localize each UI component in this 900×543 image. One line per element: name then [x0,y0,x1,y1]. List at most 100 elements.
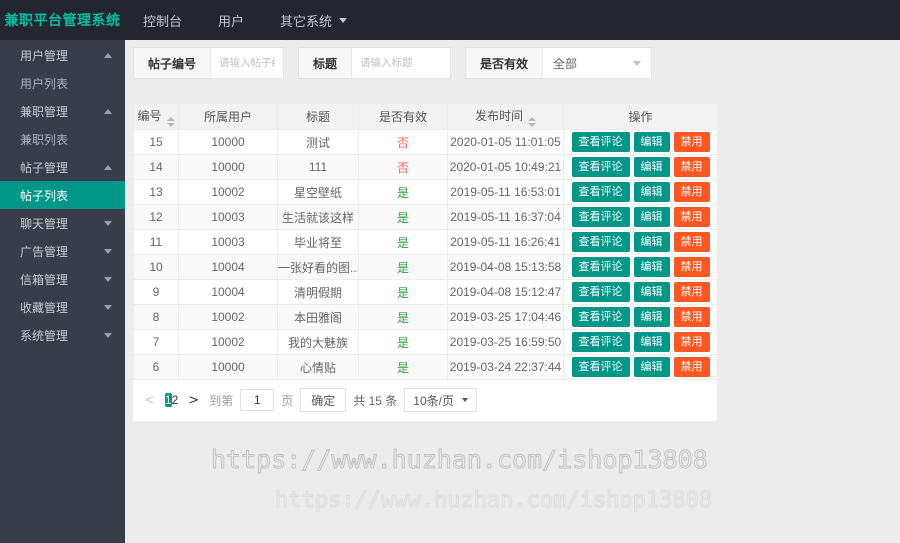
sort-asc-icon [528,116,536,121]
sort-desc-icon [528,122,536,127]
main-layout: 用户管理用户列表兼职管理 兼职列表 帖子管理 帖子列表聊天管理广告管理信箱管理收藏管理… [0,40,900,543]
post-id-input[interactable] [211,48,284,78]
edit-button[interactable]: 编辑 [633,207,670,227]
view-comments-button[interactable]: 查看评论 [571,332,630,352]
sort-desc-icon [166,122,175,127]
disable-button[interactable]: 禁用 [673,357,710,377]
disable-button[interactable]: 禁用 [673,307,710,327]
sidebar-item-label: 聊天管理 [20,216,69,231]
filter-valid-label: 是否有效 [466,48,544,78]
edit-button[interactable]: 编辑 [633,357,670,377]
view-comments-button[interactable]: 查看评论 [571,257,630,277]
edit-button[interactable]: 编辑 [633,157,670,177]
page-jump-input[interactable] [240,389,275,411]
page-number-button[interactable]: 2 [172,393,179,407]
valid-filter-select[interactable]: 全部 [543,48,651,78]
sidebar-item-parttime-list[interactable]: 兼职列表 [0,125,125,153]
watermark-text-faint: https://www.huzhan.com/ishop13808 [274,488,713,514]
table-row: 9 10004 清明假期是 2019-04-08 15:12:47 查看评论 编辑 禁用 [133,279,718,305]
app-logo[interactable]: 兼职平台管理系统 [0,10,125,30]
page-number-button[interactable]: 1 [164,393,172,407]
edit-button[interactable]: 编辑 [633,307,670,327]
disable-button[interactable]: 禁用 [673,332,710,352]
cell-valid: 否 [358,154,448,180]
next-page-button[interactable]: > [185,393,202,408]
view-comments-button[interactable]: 查看评论 [571,207,630,227]
disable-button[interactable]: 禁用 [673,282,710,302]
cell-valid: 是 [358,229,448,255]
sidebar-item-chat-mgmt[interactable]: 聊天管理 [0,209,125,237]
view-comments-button[interactable]: 查看评论 [571,357,630,377]
cell-valid: 是 [358,204,448,230]
table-header-cell: 操作 [563,103,718,130]
sidebar-item-label: 用户列表 [20,76,69,91]
cell-actions: 查看评论 编辑 禁用 [563,204,718,230]
sidebar-item-favorites-mgmt[interactable]: 收藏管理 [0,293,125,321]
nav-item-user[interactable]: 用户 [200,0,262,40]
sidebar-item-parttime-mgmt[interactable]: 兼职管理 [0,97,125,125]
cell-id: 14 [133,154,179,180]
top-header: 兼职平台管理系统 控制台 用户 其它系统 [0,0,900,40]
table-header-cell[interactable]: 发布时间 [447,103,564,130]
sidebar-item-post-mgmt[interactable]: 帖子管理 [0,153,125,181]
confirm-page-button[interactable]: 确定 [300,388,347,412]
cell-user: 10003 [178,229,278,255]
table-row: 6 10000 心情贴是 2019-03-24 22:37:44 查看评论 编辑 禁用 [133,354,718,380]
chevron-down-icon [633,60,642,66]
cell-valid: 是 [358,254,448,280]
table-row: 13 10002 星空壁纸是 2019-05-11 16:53:01 查看评论 编辑 禁用 [133,179,718,205]
sidebar-item-user-list[interactable]: 用户列表 [0,69,125,97]
edit-button[interactable]: 编辑 [633,282,670,302]
disable-button[interactable]: 禁用 [673,257,710,277]
disable-button[interactable]: 禁用 [673,157,710,177]
sidebar-item-mailbox-mgmt[interactable]: 信箱管理 [0,265,125,293]
view-comments-button[interactable]: 查看评论 [571,157,630,177]
cell-valid: 是 [358,279,448,305]
sidebar-item-post-list[interactable]: 帖子列表 [0,181,125,209]
nav-item-other-systems[interactable]: 其它系统 [262,0,365,40]
disable-button[interactable]: 禁用 [673,132,710,152]
sidebar-item-user-mgmt[interactable]: 用户管理 [0,41,125,69]
column-label: 是否有效 [378,110,427,124]
chevron-down-icon [104,304,112,310]
sidebar-item-label: 信箱管理 [20,272,69,287]
table-row: 14 10000 111 否 2020-01-05 10:49:21 查看评论 编辑 禁用 [133,154,718,180]
chevron-down-icon [104,220,112,226]
edit-button[interactable]: 编辑 [633,182,670,202]
cell-actions: 查看评论 编辑 禁用 [563,329,718,355]
sort-icon[interactable] [528,116,536,127]
view-comments-button[interactable]: 查看评论 [571,282,630,302]
filter-post-id-group: 帖子编号 [133,47,285,79]
prev-page-button[interactable]: < [141,393,158,408]
view-comments-button[interactable]: 查看评论 [571,232,630,252]
cell-title: 一张好看的图... [277,254,359,280]
disable-button[interactable]: 禁用 [673,232,710,252]
edit-button[interactable]: 编辑 [633,232,670,252]
edit-button[interactable]: 编辑 [633,257,670,277]
cell-id: 9 [133,279,179,305]
sidebar: 用户管理用户列表兼职管理 兼职列表 帖子管理 帖子列表聊天管理广告管理信箱管理收藏管理… [0,40,125,543]
sidebar-item-ad-mgmt[interactable]: 广告管理 [0,237,125,265]
table-header-cell: 是否有效 [358,103,448,130]
view-comments-button[interactable]: 查看评论 [571,182,630,202]
cell-time: 2019-04-08 15:13:58 [447,254,564,280]
view-comments-button[interactable]: 查看评论 [571,307,630,327]
nav-item-label: 用户 [218,13,245,29]
cell-id: 8 [133,304,179,330]
sidebar-item-system-mgmt[interactable]: 系统管理 [0,321,125,349]
cell-title: 清明假期 [277,279,359,305]
edit-button[interactable]: 编辑 [633,132,670,152]
view-comments-button[interactable]: 查看评论 [571,132,630,152]
nav-item-console[interactable]: 控制台 [125,0,200,40]
page-size-select[interactable]: 10条/页 [404,388,477,412]
chevron-up-icon [104,52,112,58]
title-input[interactable] [352,48,451,78]
chevron-down-icon [339,17,348,23]
table-header-cell[interactable]: 编号 [133,103,179,130]
filter-bar: 帖子编号 标题 是否有效 全部 [133,47,900,79]
cell-user: 10000 [178,129,278,155]
edit-button[interactable]: 编辑 [633,332,670,352]
sort-icon[interactable] [166,116,175,127]
disable-button[interactable]: 禁用 [673,207,710,227]
disable-button[interactable]: 禁用 [673,182,710,202]
